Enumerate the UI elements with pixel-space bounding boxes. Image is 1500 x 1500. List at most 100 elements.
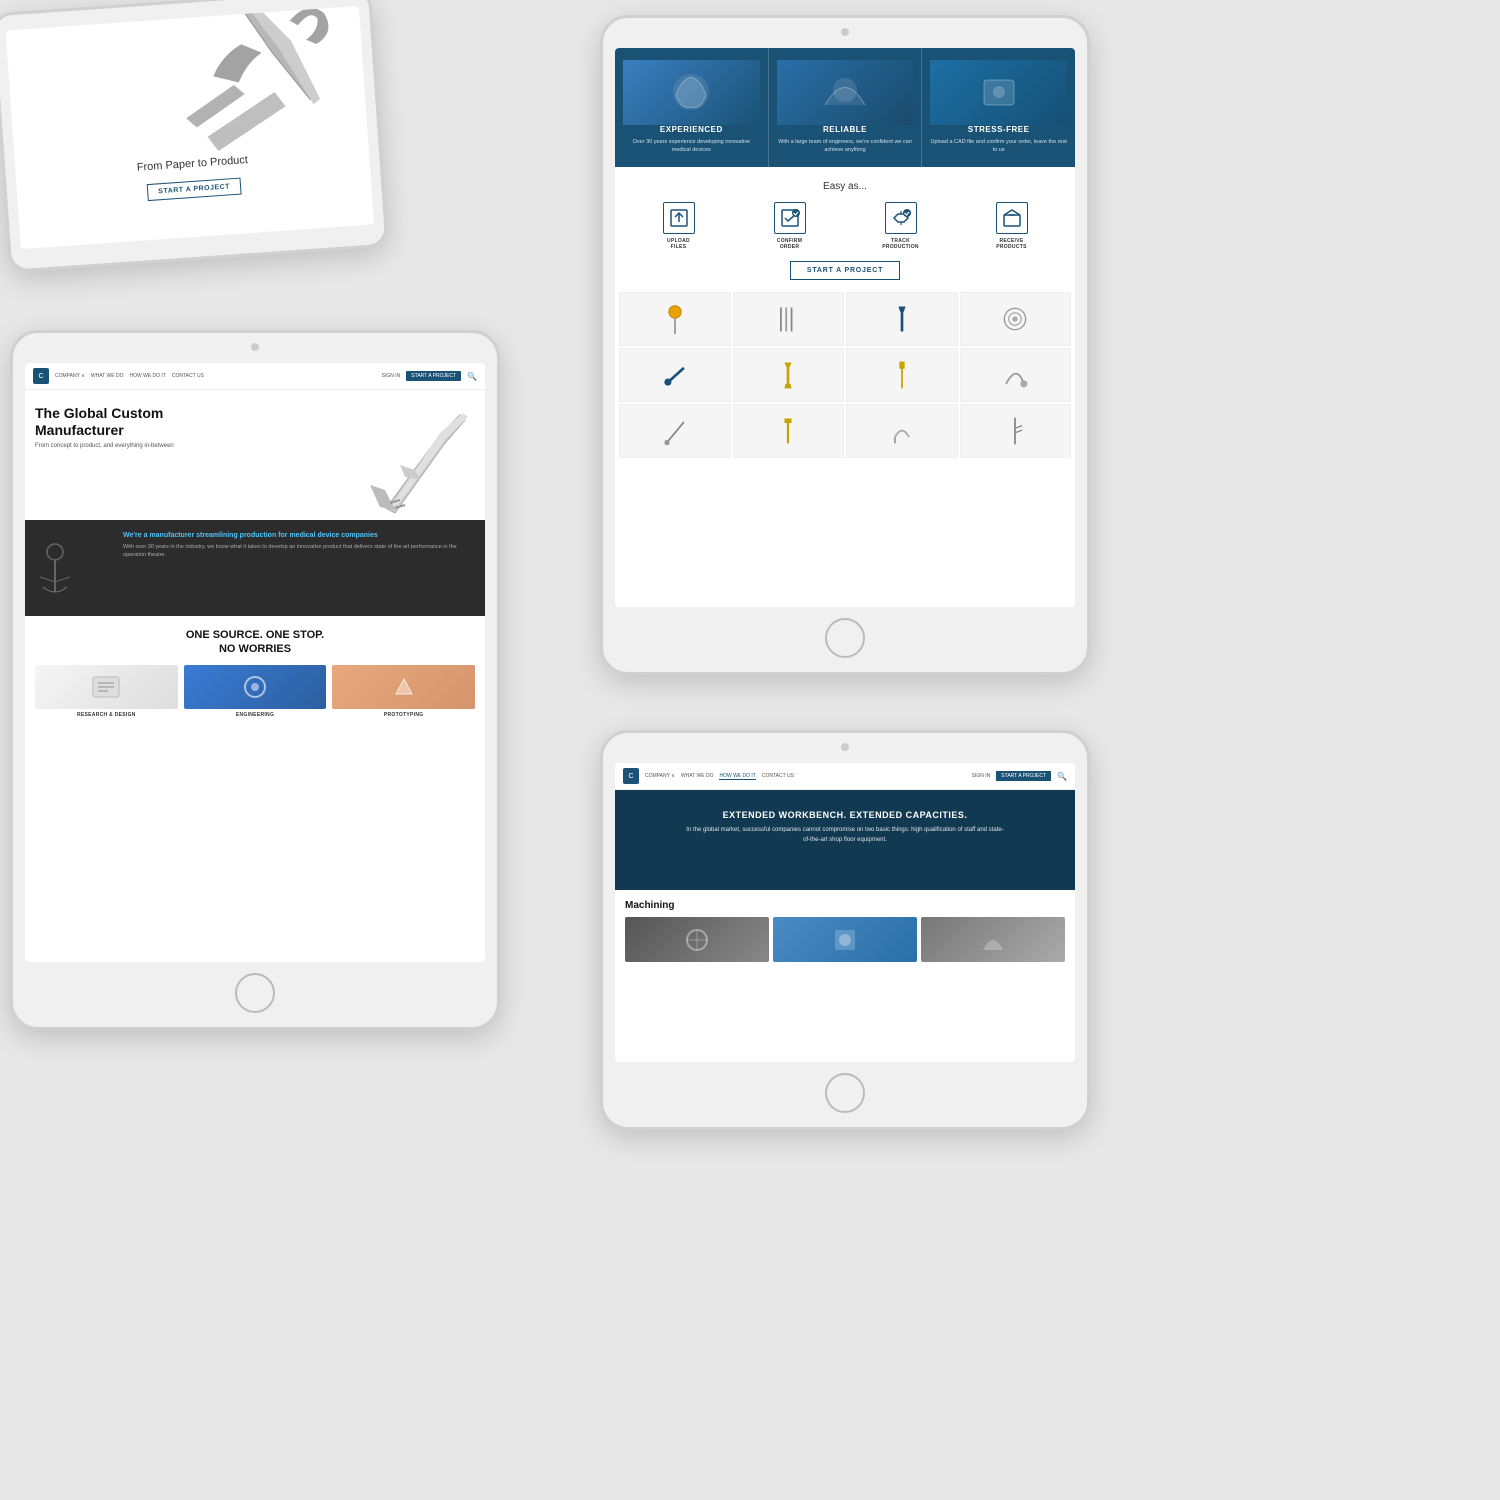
s2-logo: C [33,368,49,384]
s4-nav-how[interactable]: HOW WE DO IT [719,773,755,780]
s4-machining-title: Machining [625,900,1065,911]
product-cell-4 [960,292,1072,346]
track-production-icon [885,202,917,234]
s2-start-project-btn[interactable]: START A PROJECT [406,371,461,381]
s1-hero-text: From Paper to Product [136,154,248,174]
product-img-11 [886,415,918,447]
dark-section-tool-svg [35,532,110,602]
product-cell-6 [733,348,845,402]
s3-stressfree-title: STRESS-FREE [930,125,1067,134]
product-img-2 [772,303,804,335]
screen-3-content: EXPERIENCED Over 30 years experience dev… [615,48,1075,607]
product-img-10 [772,415,804,447]
product-cell-7 [846,348,958,402]
s2-card-engineering: ENGINEERING [184,665,327,718]
experienced-bg-svg [661,65,721,120]
s3-step-receive: RECEIVEPRODUCTS [958,202,1065,251]
s4-machining-section: Machining [615,890,1075,968]
s2-search-icon[interactable]: 🔍 [467,372,477,381]
s3-easy-title: Easy as... [625,181,1065,192]
tablet-1: From Paper to Product START A PROJECT [0,0,389,273]
product-cell-10 [733,404,845,458]
s3-start-project-button[interactable]: START A PROJECT [790,261,900,280]
s4-nav-contact[interactable]: CONTACT US [762,773,794,780]
tablet-2: C COMPANY ∨ WHAT WE DO HOW WE DO IT CONT… [10,330,500,1030]
tablet-1-screen: From Paper to Product START A PROJECT [6,6,374,249]
s2-nav-right: SIGN IN START A PROJECT 🔍 [382,371,477,381]
research-thumb [88,669,124,705]
s3-step-confirm-label: CONFIRMORDER [736,238,843,251]
s1-start-project-button[interactable]: START A PROJECT [147,177,242,201]
product-cell-2 [733,292,845,346]
s3-stressfree-body: Upload a CAD file and confirm your order… [930,138,1067,155]
screen-1-content: From Paper to Product START A PROJECT [6,6,374,249]
confirm-order-icon [774,202,806,234]
nav-link-what[interactable]: WHAT WE DO [91,373,124,379]
s3-step-confirm: CONFIRMORDER [736,202,843,251]
s4-nav-what[interactable]: WHAT WE DO [681,773,714,780]
s2-dark-section: We're a manufacturer streamlining produc… [25,520,485,616]
tablet-4: C COMPANY ∨ WHAT WE DO HOW WE DO IT CONT… [600,730,1090,1130]
stressfree-bg-svg [969,65,1029,120]
s3-reliable-body: With a large team of engineers, we're co… [777,138,914,155]
s3-experienced-body: Over 30 years experience developing inno… [623,138,760,155]
machining-thumb-1 [682,925,712,955]
product-img-9 [659,415,691,447]
nav-link-contact[interactable]: CONTACT US [172,373,204,379]
s2-hero-section: The Global Custom Manufacturer From conc… [25,390,485,520]
product-img-3 [886,303,918,335]
s2-one-source-title: ONE SOURCE. ONE STOP. NO WORRIES [35,628,475,657]
product-cell-9 [619,404,731,458]
engineering-thumb [237,669,273,705]
s4-search-icon[interactable]: 🔍 [1057,772,1067,781]
s2-dark-title: We're a manufacturer streamlining produc… [123,532,475,539]
s4-machining-img-3 [921,917,1065,962]
s2-dark-body: With over 30 years in the industry, we k… [123,543,475,560]
s2-service-cards: RESEARCH & DESIGN ENGINEERING [35,665,475,718]
s2-signin-link[interactable]: SIGN IN [382,373,401,379]
s2-nav-links: COMPANY ∨ WHAT WE DO HOW WE DO IT CONTAC… [55,373,204,379]
product-img-1 [659,303,691,335]
machining-thumb-3 [978,925,1008,955]
screen-2-content: C COMPANY ∨ WHAT WE DO HOW WE DO IT CONT… [25,363,485,962]
s4-machining-img-2 [773,917,917,962]
s2-navbar: C COMPANY ∨ WHAT WE DO HOW WE DO IT CONT… [25,363,485,390]
product-img-4 [999,303,1031,335]
s4-hero-section: EXTENDED WORKBENCH. EXTENDED CAPACITIES.… [615,790,1075,890]
s4-signin[interactable]: SIGN IN [972,773,991,779]
product-cell-8 [960,348,1072,402]
tablet-3-screen: EXPERIENCED Over 30 years experience dev… [615,48,1075,607]
product-img-12 [999,415,1031,447]
s3-step-track-label: TRACKPRODUCTION [847,238,954,251]
s2-card-prototyping-label: PROTOTYPING [332,712,475,718]
tablet-4-screen: C COMPANY ∨ WHAT WE DO HOW WE DO IT CONT… [615,763,1075,1062]
nav-link-company[interactable]: COMPANY ∨ [55,373,85,379]
s4-logo: C [623,768,639,784]
product-img-7 [886,359,918,391]
product-img-8 [999,359,1031,391]
s3-experienced-col: EXPERIENCED Over 30 years experience dev… [615,48,769,167]
s2-hero-title: The Global Custom Manufacturer [35,405,345,439]
hero-tool-svg [350,405,470,515]
s4-machining-img-1 [625,917,769,962]
tablet-2-screen: C COMPANY ∨ WHAT WE DO HOW WE DO IT CONT… [25,363,485,962]
s2-card-research: RESEARCH & DESIGN [35,665,178,718]
s3-easy-section: Easy as... UPLOADFILES [615,167,1075,288]
s3-reliable-col: RELIABLE With a large team of engineers,… [769,48,923,167]
screen-4-content: C COMPANY ∨ WHAT WE DO HOW WE DO IT CONT… [615,763,1075,1062]
s3-stressfree-col: STRESS-FREE Upload a CAD file and confir… [922,48,1075,167]
s4-start-project-btn[interactable]: START A PROJECT [996,771,1051,781]
s2-card-research-label: RESEARCH & DESIGN [35,712,178,718]
s2-hero-text: The Global Custom Manufacturer From conc… [35,405,345,515]
nav-link-how[interactable]: HOW WE DO IT [129,373,165,379]
s2-hero-subtitle: From concept to product, and everything … [35,443,345,449]
s4-nav-company[interactable]: COMPANY ∨ [645,773,675,780]
s4-machining-images [625,917,1065,962]
s3-step-upload: UPLOADFILES [625,202,732,251]
prototyping-thumb [386,669,422,705]
s3-features-banner: EXPERIENCED Over 30 years experience dev… [615,48,1075,167]
product-img-5 [659,359,691,391]
tablet-3: EXPERIENCED Over 30 years experience dev… [600,15,1090,675]
s3-step-receive-label: RECEIVEPRODUCTS [958,238,1065,251]
s4-navbar: C COMPANY ∨ WHAT WE DO HOW WE DO IT CONT… [615,763,1075,790]
